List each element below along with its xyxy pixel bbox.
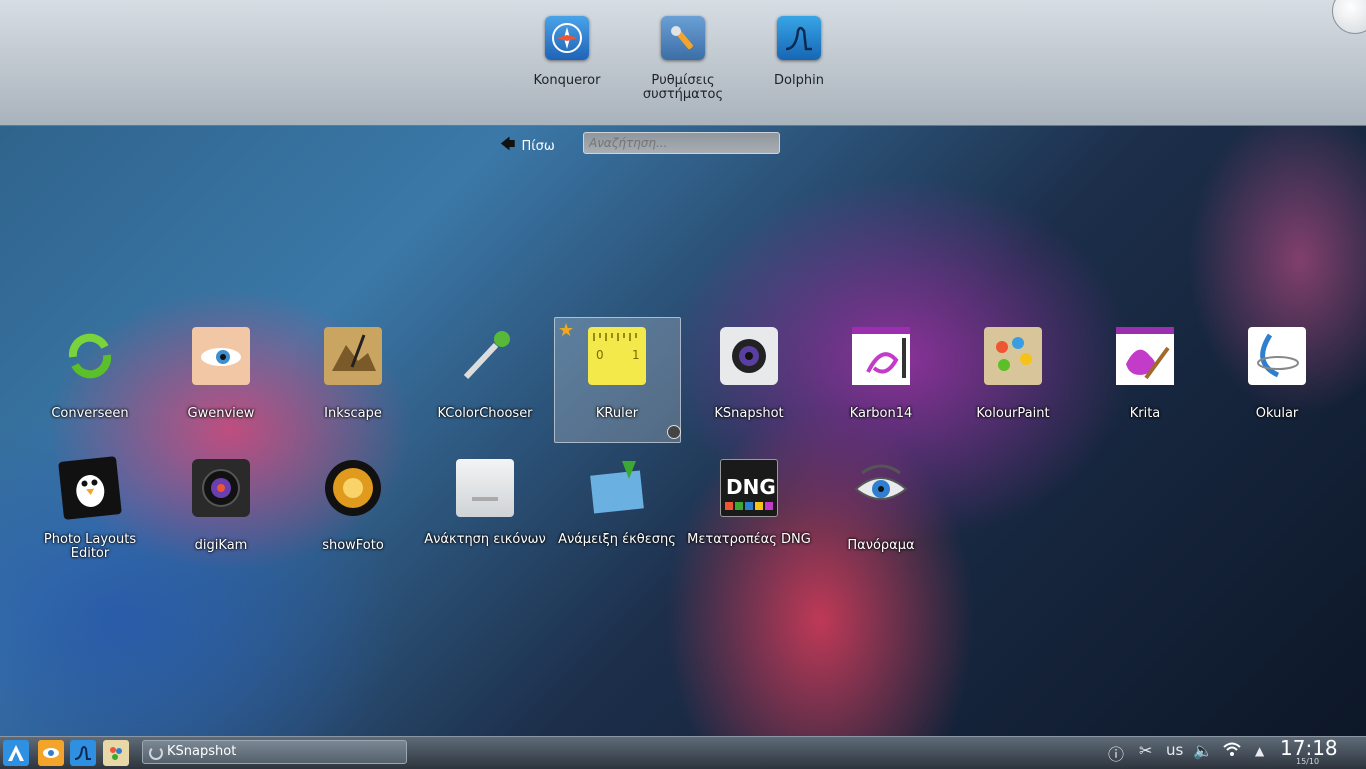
svg-text:1: 1 [632,348,640,362]
inkscape-icon [324,327,382,385]
app-label: Karbon14 [849,406,913,421]
wrench-icon [661,16,705,60]
app-exposure-blending[interactable]: Ανάμειξη έκθεσης [553,459,681,547]
krita-icon [1116,327,1174,385]
app-dng-converter[interactable]: DNG Μετατροπέας DNG [685,459,813,547]
app-label: Ανάκτηση εικόνων [424,532,546,547]
app-label: KSnapshot [714,406,784,421]
dropper-icon [456,327,514,385]
search-input[interactable] [583,132,780,154]
taskbar: KSnapshot ⓘ ✂ us 🔈 ▲ 17:18 15/10 [0,736,1366,769]
mini-snapshot-icon [667,425,681,439]
app-kruler[interactable]: 01 KRuler [553,327,681,421]
task-ksnapshot[interactable]: KSnapshot [142,740,407,764]
ruler-icon: 01 [588,327,646,385]
favorite-system-settings[interactable]: Ρυθμίσεις συστήματος [623,16,743,102]
favorite-dolphin[interactable]: Dolphin [739,16,859,88]
gwenview-icon [192,327,250,385]
svg-text:0: 0 [596,348,604,362]
app-label: showFoto [322,538,384,553]
app-label: Krita [1129,406,1161,421]
converseen-icon [61,327,119,385]
app-kolourpaint[interactable]: KolourPaint [949,327,1077,421]
app-label: KRuler [595,406,639,421]
back-arrow-icon: 🡄 [500,135,516,153]
app-label: Inkscape [324,406,382,421]
back-button[interactable]: 🡄 Πίσω [500,134,555,159]
app-label: Okular [1255,406,1299,421]
favorite-label: Ρυθμίσεις συστήματος [642,73,724,102]
camera-icon [720,327,778,385]
app-showfoto[interactable]: showFoto [289,459,417,553]
favorite-label: Konqueror [533,73,601,88]
app-karbon14[interactable]: Karbon14 [817,327,945,421]
kolourpaint-launcher-icon[interactable] [103,740,129,766]
app-label: Μετατροπέας DNG [687,532,811,547]
app-label: Converseen [51,406,129,421]
svg-text:DNG: DNG [726,475,776,499]
app-okular[interactable]: Okular [1213,327,1341,421]
network-wifi-icon[interactable] [1222,741,1242,761]
app-ksnapshot[interactable]: KSnapshot [685,327,813,421]
app-kcolorchooser[interactable]: KColorChooser [421,327,549,421]
scanner-icon [456,459,514,517]
app-krita[interactable]: Krita [1081,327,1209,421]
app-label: Ανάμειξη έκθεσης [558,532,676,547]
dolphin-icon [777,16,821,60]
dolphin-launcher-icon[interactable] [70,740,96,766]
app-photo-layouts-editor[interactable]: Photo Layouts Editor [26,456,154,561]
favorite-label: Dolphin [774,73,824,88]
dng-icon: DNG [720,459,778,517]
penguin-icon [58,456,122,520]
tray-expand-icon[interactable]: ▲ [1255,744,1264,758]
scissors-icon[interactable]: ✂ [1139,741,1152,760]
eye-icon [852,459,910,517]
compass-icon [545,16,589,60]
busy-spinner-icon [149,746,163,760]
task-label: KSnapshot [167,744,237,759]
exposure-blending-icon [588,459,646,517]
app-inkscape[interactable]: Inkscape [289,327,417,421]
app-label: Gwenview [187,406,255,421]
back-label: Πίσω [521,139,555,154]
gwenview-launcher-icon[interactable] [38,740,64,766]
application-launcher-button[interactable] [3,740,29,766]
app-gwenview[interactable]: Gwenview [157,327,285,421]
app-label: digiKam [194,538,248,553]
showfoto-icon [324,459,382,517]
app-image-recovery[interactable]: Ανάκτηση εικόνων [421,459,549,547]
app-label: KColorChooser [437,406,533,421]
app-label: Photo Layouts Editor [43,532,137,561]
favorites-panel: Konqueror Ρυθμίσεις συστήματος Dolphin [0,0,1366,126]
corner-toolbox-icon[interactable] [1332,0,1366,34]
digikam-icon [192,459,250,517]
app-converseen[interactable]: Converseen [26,327,154,421]
volume-icon[interactable]: 🔈 [1193,741,1213,760]
karbon-icon [852,327,910,385]
keyboard-layout-indicator[interactable]: us [1166,741,1183,759]
info-icon[interactable]: ⓘ [1108,741,1124,765]
app-label: Πανόραμα [847,538,915,553]
app-panorama[interactable]: Πανόραμα [817,459,945,553]
okular-icon [1248,327,1306,385]
clock-date: 15/10 [1296,757,1320,766]
favorite-konqueror[interactable]: Konqueror [507,16,627,88]
app-digikam[interactable]: digiKam [157,459,285,553]
app-label: KolourPaint [976,406,1050,421]
palette-icon [984,327,1042,385]
